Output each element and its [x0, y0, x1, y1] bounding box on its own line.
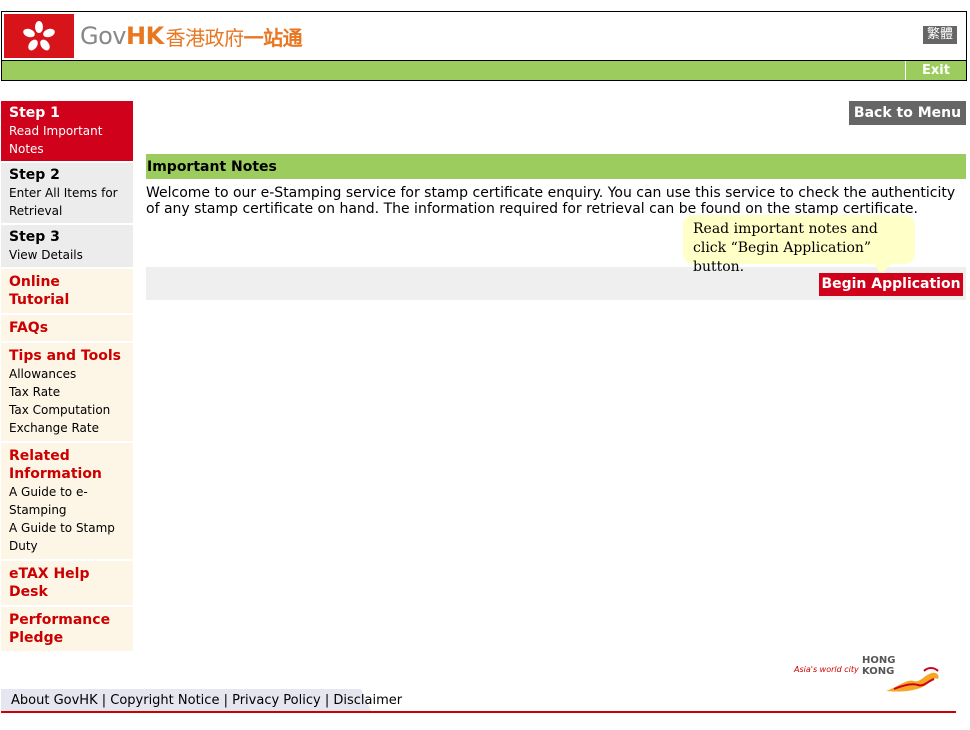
copyright-notice-link[interactable]: Copyright Notice	[110, 693, 219, 708]
sidebar-item-faqs[interactable]: FAQs	[1, 315, 133, 343]
brand-cn2: 一站通	[243, 25, 303, 50]
footer-links: About GovHK | Copyright Notice | Privacy…	[11, 693, 402, 708]
step-desc: Enter All Items for Retrieval	[9, 186, 118, 218]
tips-exchange-rate-link[interactable]: Exchange Rate	[9, 419, 125, 437]
sidebar-section-tips: Tips and Tools Allowances Tax Rate Tax C…	[1, 343, 133, 443]
faqs-link[interactable]: FAQs	[9, 319, 125, 337]
guide-e-stamping-link[interactable]: A Guide to e-Stamping	[9, 483, 125, 519]
step-desc: Read Important Notes	[9, 124, 103, 156]
brand-hk: HK	[125, 22, 164, 50]
brand-gov: Gov	[80, 22, 126, 50]
hk-flag-icon	[4, 14, 74, 58]
footer-separator: |	[219, 693, 233, 708]
step-title: Step 2	[9, 167, 60, 183]
sidebar-item-online-tutorial[interactable]: Online Tutorial	[1, 269, 133, 315]
hk-tagline: Asia's world city	[794, 665, 859, 674]
footer-divider	[1, 711, 956, 713]
tips-tax-computation-link[interactable]: Tax Computation	[9, 401, 125, 419]
footer-separator: |	[320, 693, 334, 708]
disclaimer-link[interactable]: Disclaimer	[333, 693, 402, 708]
sidebar-step-2[interactable]: Step 2 Enter All Items for Retrieval	[1, 163, 133, 225]
section-title: Important Notes	[146, 154, 966, 179]
brand-cn1: 香港政府	[165, 25, 245, 50]
header-banner: Gov HK 香港政府 一站通 繁體	[1, 11, 967, 60]
tips-tax-rate-link[interactable]: Tax Rate	[9, 383, 125, 401]
govhk-logo[interactable]: Gov HK 香港政府 一站通	[4, 13, 303, 59]
guide-stamp-duty-link[interactable]: A Guide to Stamp Duty	[9, 519, 125, 555]
begin-application-button[interactable]: Begin Application	[819, 273, 963, 296]
footer-separator: |	[97, 693, 111, 708]
instruction-tooltip: Read important notes and click “Begin Ap…	[683, 215, 915, 275]
brand-hong-kong-logo: Asia's world city HONG KONG	[794, 655, 944, 695]
govhk-wordmark: Gov HK 香港政府 一站通	[80, 22, 303, 51]
step-desc: View Details	[9, 248, 83, 262]
exit-button[interactable]: Exit	[905, 61, 966, 80]
tips-heading[interactable]: Tips and Tools	[9, 347, 125, 365]
back-to-menu-button[interactable]: Back to Menu	[849, 101, 966, 125]
related-heading[interactable]: Related Information	[9, 447, 125, 483]
dragon-icon	[886, 667, 939, 692]
pledge-link[interactable]: Performance Pledge	[9, 611, 125, 647]
top-nav-bar: Exit	[1, 60, 967, 81]
privacy-policy-link[interactable]: Privacy Policy	[232, 693, 321, 708]
step-title: Step 1	[9, 105, 60, 121]
sidebar-item-help-desk[interactable]: eTAX Help Desk	[1, 561, 133, 607]
about-govhk-link[interactable]: About GovHK	[11, 693, 98, 708]
sidebar-step-1[interactable]: Step 1 Read Important Notes	[1, 101, 133, 163]
sidebar: Step 1 Read Important Notes Step 2 Enter…	[1, 101, 133, 653]
online-tutorial-link[interactable]: Online Tutorial	[9, 273, 125, 309]
important-notes-text: Welcome to our e-Stamping service for st…	[146, 185, 956, 217]
sidebar-item-pledge[interactable]: Performance Pledge	[1, 607, 133, 653]
sidebar-step-3[interactable]: Step 3 View Details	[1, 225, 133, 269]
traditional-chinese-button[interactable]: 繁體	[922, 26, 957, 44]
step-title: Step 3	[9, 229, 60, 245]
tips-allowances-link[interactable]: Allowances	[9, 365, 125, 383]
help-desk-link[interactable]: eTAX Help Desk	[9, 565, 125, 601]
tooltip-line-1: Read important notes and	[693, 221, 878, 237]
sidebar-section-related: Related Information A Guide to e-Stampin…	[1, 443, 133, 561]
